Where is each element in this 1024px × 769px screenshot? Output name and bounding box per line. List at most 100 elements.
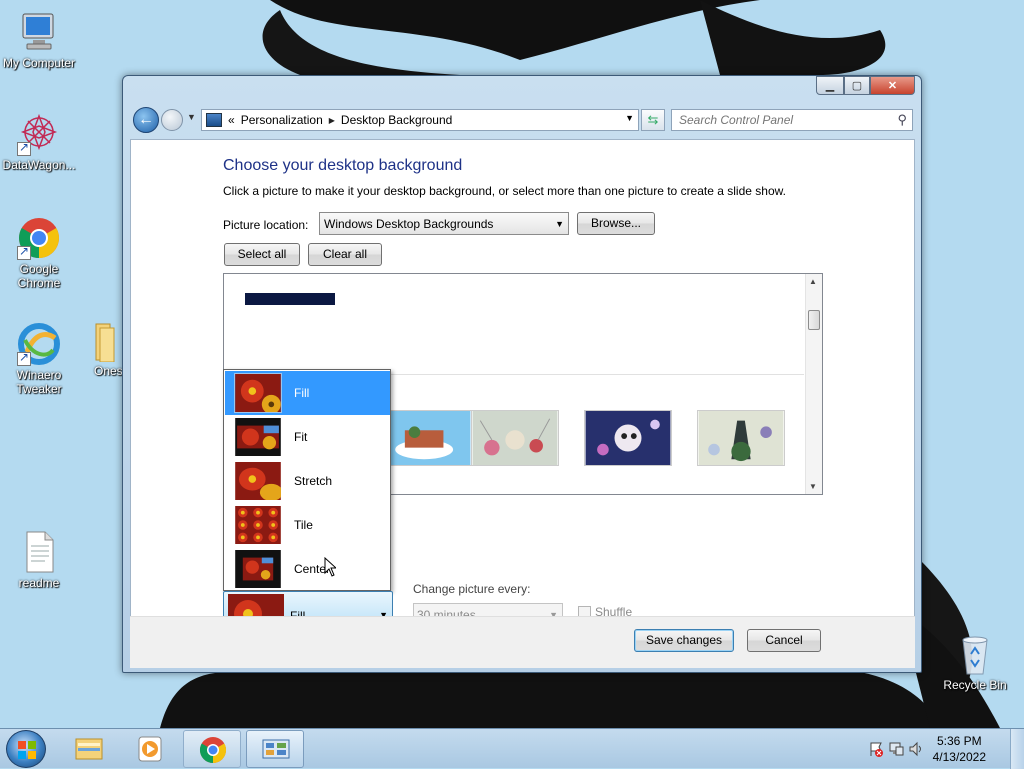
wallpaper-thumbnail[interactable] bbox=[384, 410, 472, 466]
navigation-bar: ← ▼ « Personalization ▶ Desktop Backgrou… bbox=[131, 106, 915, 134]
windows-logo-icon bbox=[18, 741, 36, 759]
clock-date: 4/13/2022 bbox=[932, 750, 986, 764]
dialog-footer: Save changes Cancel bbox=[130, 616, 915, 668]
tile-preview-icon bbox=[234, 505, 282, 545]
computer-icon bbox=[17, 10, 61, 54]
breadcrumb-desktop-background[interactable]: Desktop Background bbox=[341, 113, 452, 127]
picture-location-select[interactable]: Windows Desktop Backgrounds ▼ bbox=[319, 212, 569, 235]
winaero-icon bbox=[17, 322, 61, 366]
recent-pages-dropdown-icon[interactable]: ▼ bbox=[187, 112, 196, 122]
cancel-button[interactable]: Cancel bbox=[747, 629, 821, 652]
desktop-icon-recycle-bin[interactable]: Recycle Bin bbox=[936, 632, 1014, 692]
picture-location-value: Windows Desktop Backgrounds bbox=[324, 217, 494, 231]
breadcrumb-overflow[interactable]: « bbox=[228, 113, 235, 127]
chrome-icon bbox=[17, 216, 61, 260]
desktop-background-window: ▁ ▢ ✕ ← ▼ « Personalization ▶ Desktop Ba… bbox=[122, 75, 922, 673]
clock[interactable]: 5:36 PM 4/13/2022 bbox=[933, 733, 986, 765]
desktop-icon-label: Winaero Tweaker bbox=[16, 368, 62, 396]
folder-icon bbox=[80, 318, 124, 363]
desktop-icon-ones[interactable]: Ones bbox=[80, 318, 124, 378]
action-center-flag-icon[interactable] bbox=[868, 741, 884, 757]
minimize-icon: ▁ bbox=[825, 80, 835, 92]
clock-time: 5:36 PM bbox=[936, 734, 982, 748]
desktop-icon-datawagon[interactable]: DataWagon... bbox=[0, 112, 78, 172]
control-panel-icon bbox=[206, 113, 222, 127]
desktop-icon-label: My Computer bbox=[2, 56, 76, 70]
window-controls: ▁ ▢ ✕ bbox=[816, 76, 915, 95]
position-option-center[interactable]: Center bbox=[225, 547, 390, 591]
folder-icon bbox=[75, 738, 103, 760]
close-icon: ✕ bbox=[887, 80, 898, 92]
system-tray: 5:36 PM 4/13/2022 bbox=[854, 729, 1024, 769]
volume-icon[interactable] bbox=[908, 741, 924, 757]
maximize-button[interactable]: ▢ bbox=[844, 76, 870, 95]
taskbar-explorer[interactable] bbox=[60, 730, 118, 768]
fill-preview-icon bbox=[234, 373, 282, 413]
shortcut-arrow-icon bbox=[17, 140, 31, 156]
text-file-icon bbox=[17, 530, 61, 574]
desktop-icon-my-computer[interactable]: My Computer bbox=[0, 10, 78, 70]
picture-position-list: Fill Fit Stretch Tile Center bbox=[223, 369, 391, 591]
breadcrumb-separator-icon[interactable]: ▶ bbox=[329, 116, 335, 125]
scroll-down-icon[interactable]: ▼ bbox=[809, 482, 817, 491]
select-all-button[interactable]: Select all bbox=[224, 243, 300, 266]
chrome-icon bbox=[199, 737, 227, 764]
address-bar[interactable]: « Personalization ▶ Desktop Background ▼ bbox=[201, 109, 639, 131]
maximize-icon: ▢ bbox=[851, 80, 863, 92]
close-button[interactable]: ✕ bbox=[870, 76, 915, 95]
page-title: Choose your desktop background bbox=[223, 157, 463, 174]
breadcrumb-personalization[interactable]: Personalization bbox=[241, 113, 323, 127]
center-preview-icon bbox=[234, 549, 282, 589]
forward-button[interactable] bbox=[161, 109, 183, 131]
search-input[interactable] bbox=[672, 110, 882, 130]
desktop-icon-readme[interactable]: readme bbox=[0, 530, 78, 590]
address-dropdown-icon[interactable]: ▼ bbox=[625, 113, 634, 123]
fit-preview-icon bbox=[234, 417, 282, 457]
shortcut-arrow-icon bbox=[17, 350, 31, 366]
show-desktop-button[interactable] bbox=[1010, 729, 1024, 769]
search-box[interactable]: ⚲ bbox=[671, 109, 913, 131]
taskbar-control-panel[interactable] bbox=[246, 730, 304, 768]
position-option-label: Stretch bbox=[294, 474, 333, 488]
datawagon-icon bbox=[17, 112, 61, 156]
media-player-icon bbox=[138, 736, 162, 762]
browse-button[interactable]: Browse... bbox=[577, 212, 655, 235]
wallpaper-thumbnail[interactable] bbox=[584, 410, 672, 466]
page-description: Click a picture to make it your desktop … bbox=[223, 184, 786, 198]
position-option-tile[interactable]: Tile bbox=[225, 503, 390, 547]
desktop-icon-label: Ones bbox=[94, 364, 123, 378]
position-option-fit[interactable]: Fit bbox=[225, 415, 390, 459]
desktop-icon-google-chrome[interactable]: Google Chrome bbox=[0, 216, 78, 290]
picture-location-label: Picture location: bbox=[223, 218, 309, 232]
main-content: Choose your desktop background Click a p… bbox=[130, 139, 915, 641]
scrollbar-thumb[interactable] bbox=[808, 310, 820, 330]
taskbar: 5:36 PM 4/13/2022 bbox=[0, 728, 1024, 769]
gallery-scrollbar[interactable]: ▲ ▼ bbox=[805, 274, 822, 494]
back-button[interactable]: ← bbox=[133, 107, 159, 133]
desktop-icon-label: readme bbox=[18, 576, 60, 590]
chevron-down-icon: ▼ bbox=[555, 219, 564, 229]
start-button[interactable] bbox=[6, 730, 46, 768]
recycle-bin-icon bbox=[953, 632, 997, 676]
position-option-stretch[interactable]: Stretch bbox=[225, 459, 390, 503]
desktop-icon-label: Google Chrome bbox=[17, 262, 61, 290]
search-icon[interactable]: ⚲ bbox=[897, 112, 907, 128]
change-picture-label: Change picture every: bbox=[413, 582, 531, 596]
minimize-button[interactable]: ▁ bbox=[816, 76, 844, 95]
refresh-button[interactable]: ⇆ bbox=[641, 109, 665, 131]
desktop-icon-winaero-tweaker[interactable]: Winaero Tweaker bbox=[0, 322, 78, 396]
back-arrow-icon: ← bbox=[138, 111, 154, 128]
wallpaper-thumbnail[interactable] bbox=[697, 410, 785, 466]
save-changes-button[interactable]: Save changes bbox=[634, 629, 734, 652]
network-icon[interactable] bbox=[888, 741, 904, 757]
mouse-cursor-icon bbox=[324, 557, 336, 577]
clear-all-button[interactable]: Clear all bbox=[308, 243, 382, 266]
shortcut-arrow-icon bbox=[17, 244, 31, 260]
wallpaper-thumbnail[interactable] bbox=[471, 410, 559, 466]
scroll-up-icon[interactable]: ▲ bbox=[809, 277, 817, 286]
desktop-icon-label: Recycle Bin bbox=[943, 678, 1007, 692]
taskbar-media-player[interactable] bbox=[121, 730, 179, 768]
wallpaper-thumbnail[interactable] bbox=[245, 293, 335, 305]
taskbar-chrome[interactable] bbox=[183, 730, 241, 768]
position-option-fill[interactable]: Fill bbox=[225, 371, 390, 415]
